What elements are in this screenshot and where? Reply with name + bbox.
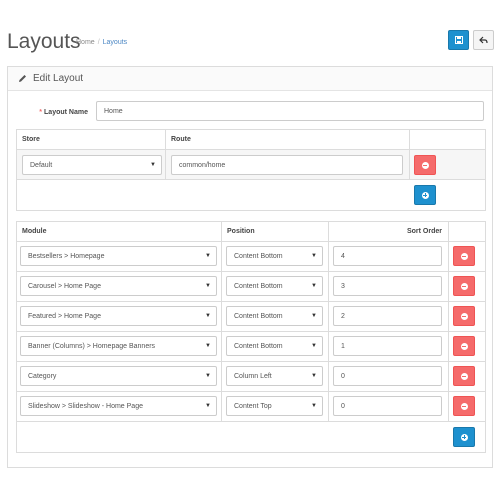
save-button[interactable] [448,30,469,50]
breadcrumb-home[interactable]: Home [76,39,95,46]
sort-order-header: Sort Order [406,228,442,235]
position-select[interactable]: Content Bottom ▼ [226,306,323,326]
breadcrumb-separator: / [97,39,100,46]
route-header: Route [171,136,191,143]
module-select[interactable]: Carousel > Home Page ▼ [20,276,217,296]
chevron-down-icon: ▼ [205,283,211,289]
add-module-button[interactable] [453,427,475,447]
back-button[interactable] [473,30,494,50]
plus-circle-icon [421,191,429,199]
chevron-down-icon: ▼ [150,162,156,168]
remove-module-button[interactable] [453,276,475,296]
sort-order-input[interactable]: 0 [333,396,442,416]
store-header: Store [22,136,40,143]
edit-layout-panel: Edit Layout * Layout Name Home Store Rout… [7,66,493,468]
sort-order-input[interactable]: 2 [333,306,442,326]
position-select[interactable]: Content Bottom ▼ [226,246,323,266]
chevron-down-icon: ▼ [205,403,211,409]
chevron-down-icon: ▼ [311,283,317,289]
breadcrumb: Home / Layouts [76,39,127,46]
chevron-down-icon: ▼ [311,343,317,349]
module-header: Module [22,228,47,235]
sort-order-input[interactable]: 4 [333,246,442,266]
chevron-down-icon: ▼ [311,253,317,259]
chevron-down-icon: ▼ [311,313,317,319]
module-select[interactable]: Bestsellers > Homepage ▼ [20,246,217,266]
required-mark: * [39,109,43,116]
layout-name-input[interactable]: Home [96,101,484,121]
module-select[interactable]: Slideshow > Slideshow - Home Page ▼ [20,396,217,416]
page-title: Layouts [7,30,81,53]
chevron-down-icon: ▼ [205,343,211,349]
chevron-down-icon: ▼ [311,403,317,409]
module-select[interactable]: Banner (Columns) > Homepage Banners ▼ [20,336,217,356]
module-select[interactable]: Category ▼ [20,366,217,386]
layout-name-label: * Layout Name [39,109,88,116]
position-select[interactable]: Content Bottom ▼ [226,276,323,296]
remove-module-button[interactable] [453,246,475,266]
reply-icon [479,36,488,44]
minus-circle-icon [460,402,468,410]
remove-module-button[interactable] [453,396,475,416]
position-select[interactable]: Column Left ▼ [226,366,323,386]
panel-title: Edit Layout [33,73,84,84]
minus-circle-icon [460,312,468,320]
route-input[interactable]: common/home [171,155,403,175]
module-select[interactable]: Featured > Home Page ▼ [20,306,217,326]
minus-circle-icon [460,282,468,290]
store-select[interactable]: Default ▼ [22,155,162,175]
pencil-icon [18,74,27,83]
chevron-down-icon: ▼ [205,313,211,319]
minus-circle-icon [460,372,468,380]
panel-heading: Edit Layout [8,67,492,91]
position-select[interactable]: Content Bottom ▼ [226,336,323,356]
remove-module-button[interactable] [453,366,475,386]
add-route-button[interactable] [414,185,436,205]
sort-order-input[interactable]: 0 [333,366,442,386]
breadcrumb-layouts[interactable]: Layouts [103,39,128,46]
chevron-down-icon: ▼ [205,253,211,259]
remove-route-button[interactable] [414,155,436,175]
position-select[interactable]: Content Top ▼ [226,396,323,416]
chevron-down-icon: ▼ [205,373,211,379]
minus-circle-icon [460,252,468,260]
remove-module-button[interactable] [453,306,475,326]
minus-circle-icon [460,342,468,350]
minus-circle-icon [421,161,429,169]
save-icon [454,36,463,44]
sort-order-input[interactable]: 3 [333,276,442,296]
plus-circle-icon [460,433,468,441]
position-header: Position [227,228,255,235]
chevron-down-icon: ▼ [311,373,317,379]
sort-order-input[interactable]: 1 [333,336,442,356]
remove-module-button[interactable] [453,336,475,356]
